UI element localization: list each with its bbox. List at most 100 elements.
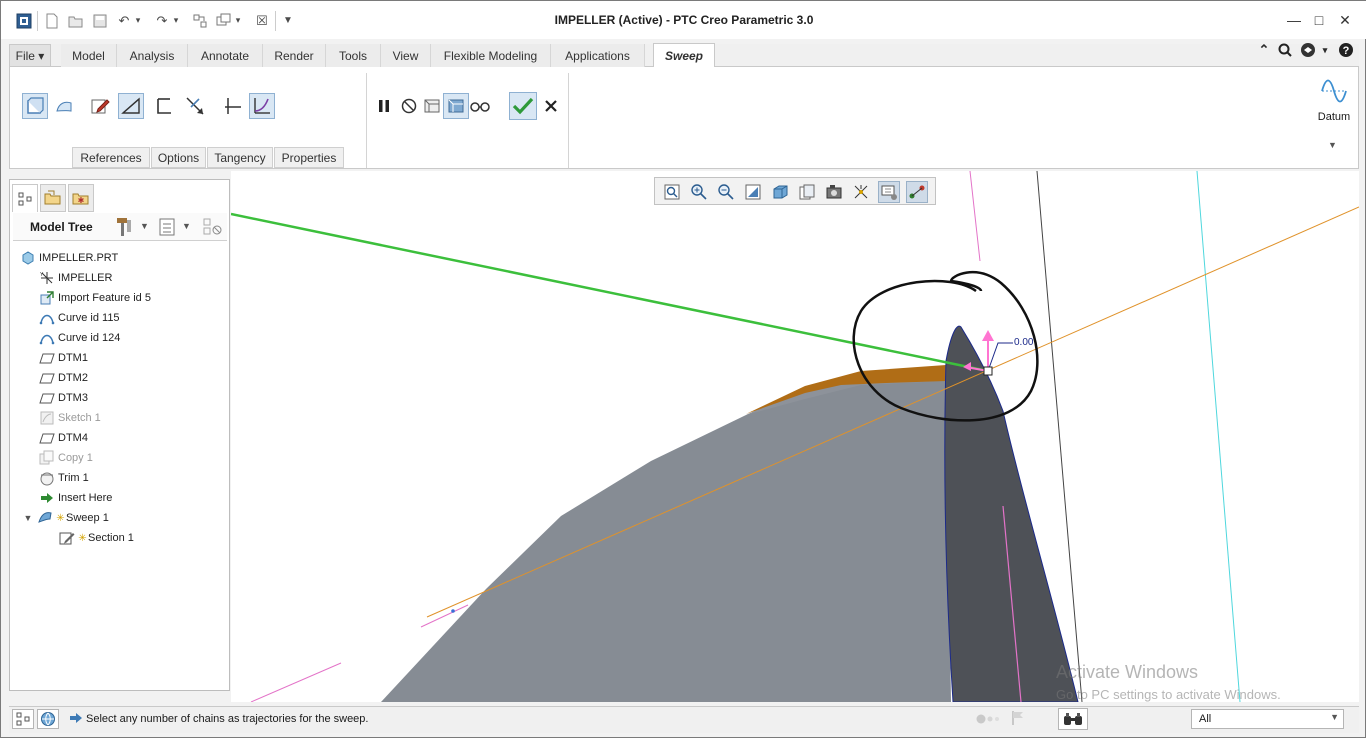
tab-sweep[interactable]: Sweep <box>653 43 715 67</box>
sketch-icon <box>39 410 55 426</box>
dimension-value[interactable]: 0.00 <box>1014 337 1033 348</box>
apply-changes-button[interactable] <box>509 92 537 120</box>
datum-icon[interactable] <box>1317 73 1351 105</box>
tree-item-import-feature[interactable]: Import Feature id 5 <box>39 289 151 307</box>
flag-icon[interactable] <box>1011 710 1025 726</box>
saved-orientations-icon[interactable] <box>796 181 818 203</box>
minimize-button[interactable]: — <box>1283 11 1305 29</box>
tree-item-dtm2[interactable]: DTM2 <box>39 369 88 387</box>
display-style-icon[interactable] <box>769 181 791 203</box>
coordinate-system-icon: Y <box>39 270 55 286</box>
toggle-navigator-icon[interactable] <box>12 709 34 729</box>
tab-annotate[interactable]: Annotate <box>188 44 263 67</box>
trajectory-start-point <box>983 366 993 376</box>
view-manager-icon[interactable] <box>823 181 845 203</box>
tree-item-impeller-csys[interactable]: Y IMPELLER <box>39 269 112 287</box>
attached-preview-icon[interactable] <box>419 93 445 119</box>
perspective-view-icon[interactable] <box>850 181 872 203</box>
pause-icon[interactable] <box>371 93 397 119</box>
variable-section-icon[interactable] <box>249 93 275 119</box>
tree-settings-dropdown-icon[interactable]: ▼ <box>140 221 149 231</box>
section-icon <box>59 530 75 546</box>
close-button[interactable]: ✕ <box>1334 11 1356 29</box>
tab-applications[interactable]: Applications <box>551 44 645 67</box>
favorites-tab-icon[interactable]: ✱ <box>68 184 94 212</box>
geometry-preview-icon[interactable] <box>443 93 469 119</box>
subtab-properties[interactable]: Properties <box>274 147 344 168</box>
graphics-viewport[interactable]: 0.00 <box>231 171 1359 702</box>
message-arrow-icon <box>69 711 83 725</box>
subtab-references[interactable]: References <box>72 147 150 168</box>
maximize-button[interactable]: □ <box>1308 11 1330 29</box>
tab-model[interactable]: Model <box>61 44 117 67</box>
tree-item-label: Import Feature id 5 <box>58 292 151 304</box>
show-options-icon[interactable] <box>158 217 176 237</box>
show-options-dropdown-icon[interactable]: ▼ <box>182 221 191 231</box>
community-icon[interactable] <box>1299 41 1317 59</box>
tree-item-label: Sketch 1 <box>58 412 101 424</box>
tab-analysis[interactable]: Analysis <box>117 44 188 67</box>
tree-item-label: IMPELLER.PRT <box>39 252 119 264</box>
regeneration-status-icon <box>975 713 1003 725</box>
selection-filter-select[interactable]: All ▼ <box>1191 709 1344 729</box>
collapse-ribbon-icon[interactable]: ⌃ <box>1255 41 1273 59</box>
expand-arrow-icon[interactable]: ▼ <box>22 510 34 526</box>
tab-flexible-modeling[interactable]: Flexible Modeling <box>431 44 551 67</box>
surface-sweep-icon[interactable] <box>51 93 77 119</box>
refit-icon[interactable] <box>661 181 683 203</box>
svg-text:?: ? <box>1343 45 1350 57</box>
curve-icon <box>39 310 55 326</box>
tree-item-sweep-1[interactable]: ▼ ✳ Sweep 1 <box>22 509 109 527</box>
model-graphics[interactable] <box>231 171 1359 702</box>
tree-item-sketch-1[interactable]: Sketch 1 <box>39 409 101 427</box>
tree-item-curve-115[interactable]: Curve id 115 <box>39 309 120 327</box>
tree-item-trim-1[interactable]: Trim 1 <box>39 469 89 487</box>
tree-filter-icon[interactable] <box>202 217 224 237</box>
subtab-options[interactable]: Options <box>151 147 206 168</box>
tab-view[interactable]: View <box>381 44 431 67</box>
solid-sweep-icon[interactable] <box>22 93 48 119</box>
folder-browser-tab-icon[interactable] <box>40 184 66 212</box>
creo-window: ↶ ▾ ↷ ▾ ▾ ☒ ▼ IMPELLER (Active) - PTC Cr… <box>0 0 1366 738</box>
tab-render[interactable]: Render <box>263 44 326 67</box>
subtab-tangency[interactable]: Tangency <box>207 147 273 168</box>
cancel-feature-button[interactable] <box>538 93 564 119</box>
tree-settings-icon[interactable] <box>114 216 134 238</box>
datum-axis-cyan <box>1196 171 1241 702</box>
help-icon[interactable]: ? <box>1337 41 1355 59</box>
zoom-out-icon[interactable] <box>715 181 737 203</box>
zoom-in-icon[interactable] <box>688 181 710 203</box>
activation-watermark-title: Activate Windows <box>1056 662 1199 682</box>
tree-item-label: Insert Here <box>58 492 113 504</box>
tab-file[interactable]: File ▾ <box>9 44 51 67</box>
model-tree-title: Model Tree <box>30 220 93 234</box>
activation-watermark-subtitle: Go to PC settings to activate Windows. <box>1056 687 1281 702</box>
tree-item-dtm3[interactable]: DTM3 <box>39 389 88 407</box>
datum-display-filters-icon[interactable] <box>878 181 900 203</box>
tree-item-insert-here[interactable]: Insert Here <box>39 489 112 507</box>
datum-label[interactable]: Datum <box>1313 111 1355 123</box>
tree-item-impeller-prt[interactable]: IMPELLER.PRT <box>20 249 118 267</box>
model-tree-tab-icon[interactable] <box>12 184 38 212</box>
repaint-icon[interactable] <box>742 181 764 203</box>
filter-dropdown-icon[interactable]: ▼ <box>1330 712 1339 722</box>
verify-mode-icon[interactable] <box>467 93 493 119</box>
tree-item-section-1[interactable]: ✳ Section 1 <box>59 529 134 547</box>
datum-dropdown-icon[interactable]: ▼ <box>1328 140 1337 150</box>
flip-direction-icon[interactable] <box>182 93 208 119</box>
tree-item-dtm4[interactable]: DTM4 <box>39 429 88 447</box>
remove-material-icon[interactable] <box>118 93 144 119</box>
toggle-browser-icon[interactable] <box>37 709 59 729</box>
tab-tools[interactable]: Tools <box>326 44 381 67</box>
sketch-section-icon[interactable] <box>87 93 113 119</box>
datum-axis-pink-lower <box>250 662 342 702</box>
constant-section-icon[interactable] <box>220 93 246 119</box>
search-icon[interactable] <box>1276 41 1294 59</box>
tree-item-dtm1[interactable]: DTM1 <box>39 349 88 367</box>
find-binoculars-icon[interactable] <box>1058 708 1088 730</box>
tree-item-copy-1[interactable]: Copy 1 <box>39 449 93 467</box>
thicken-sketch-icon[interactable] <box>151 93 177 119</box>
annotation-display-icon[interactable] <box>906 181 928 203</box>
community-dropdown-icon[interactable]: ▾ <box>1319 41 1331 59</box>
tree-item-curve-124[interactable]: Curve id 124 <box>39 329 120 347</box>
